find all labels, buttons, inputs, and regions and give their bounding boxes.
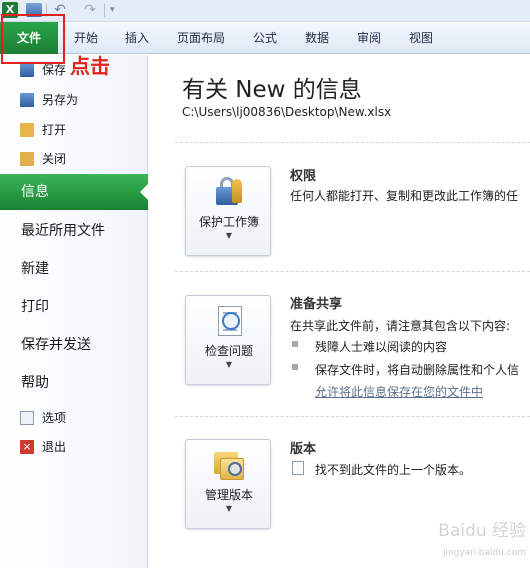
document-icon: [292, 461, 304, 475]
protect-workbook-button[interactable]: 保护工作簿 ▼: [185, 166, 271, 256]
page-title: 有关 New 的信息: [182, 77, 362, 103]
nav-new[interactable]: 新建: [0, 251, 148, 287]
chevron-down-icon: ▼: [225, 360, 233, 369]
nav-label: 保存: [42, 63, 67, 77]
exit-icon: ×: [20, 440, 34, 454]
manage-versions-button[interactable]: 管理版本 ▼: [185, 439, 271, 529]
divider: [175, 416, 530, 417]
file-path: C:\Users\lj00836\Desktop\New.xlsx: [182, 105, 392, 119]
redo-icon[interactable]: ↷: [82, 3, 98, 17]
lock-key-icon: [212, 175, 246, 209]
options-icon: [20, 411, 34, 425]
section-text: 找不到此文件的上一个版本。: [315, 463, 472, 477]
tab-insert[interactable]: 插入: [114, 22, 160, 54]
section-title: 权限: [290, 169, 317, 184]
button-label: 管理版本: [204, 488, 253, 502]
button-label: 保护工作簿: [198, 215, 259, 229]
folder-close-icon: [20, 152, 34, 166]
nav-label: 打开: [42, 123, 67, 137]
bullet-icon: [292, 364, 298, 370]
inspect-document-icon: [212, 304, 246, 338]
tab-formulas[interactable]: 公式: [242, 22, 288, 54]
nav-recent[interactable]: 最近所用文件: [0, 213, 148, 249]
section-title: 准备共享: [290, 297, 343, 312]
quick-access-toolbar: X ↶ ↷ ▾: [0, 0, 530, 22]
tab-file[interactable]: 文件: [0, 22, 58, 54]
chevron-down-icon: ▼: [225, 231, 233, 240]
manage-versions-icon: [212, 448, 246, 482]
save-icon[interactable]: [26, 3, 42, 17]
allow-save-info-link[interactable]: 允许将此信息保存在您的文件中: [315, 383, 483, 400]
check-issues-button[interactable]: 检查问题 ▼: [185, 295, 271, 385]
section-text: 任何人都能打开、复制和更改此工作簿的任: [290, 189, 519, 203]
button-label: 检查问题: [204, 344, 253, 358]
separator: [46, 4, 47, 17]
nav-label: 关闭: [42, 152, 67, 166]
section-title: 版本: [290, 442, 317, 457]
list-item: 残障人士难以阅读的内容: [315, 340, 448, 354]
bullet-icon: [292, 341, 298, 347]
save-icon: [20, 63, 34, 77]
tab-view[interactable]: 视图: [398, 22, 444, 54]
customize-toolbar-icon[interactable]: ▾: [110, 3, 126, 17]
nav-label: 另存为: [42, 93, 79, 107]
info-panel: 有关 New 的信息 C:\Users\lj00836\Desktop\New.…: [149, 55, 530, 568]
backstage-nav: 保存 另存为 打开 关闭 信息 最近所用文件 新建 打印 保存并发送 帮助 选项…: [0, 55, 149, 568]
callout-text: 点击: [70, 54, 110, 78]
nav-open[interactable]: 打开: [0, 117, 148, 143]
tab-page-layout[interactable]: 页面布局: [166, 22, 236, 54]
tab-data[interactable]: 数据: [294, 22, 340, 54]
nav-save-as[interactable]: 另存为: [0, 87, 148, 113]
list-item: 保存文件时，将自动删除属性和个人信: [315, 363, 520, 377]
nav-label: 选项: [42, 411, 67, 425]
watermark: Baidu 经验 jingyan.baidu.com: [386, 520, 526, 564]
separator: [104, 4, 105, 17]
nav-info[interactable]: 信息: [0, 174, 149, 210]
divider: [175, 271, 530, 272]
tab-review[interactable]: 审阅: [346, 22, 392, 54]
nav-save-send[interactable]: 保存并发送: [0, 327, 148, 363]
watermark-sub: jingyan.baidu.com: [442, 548, 526, 558]
nav-label: 退出: [42, 440, 67, 454]
nav-options[interactable]: 选项: [0, 405, 148, 431]
nav-close[interactable]: 关闭: [0, 146, 148, 172]
save-as-icon: [20, 93, 34, 107]
nav-exit[interactable]: × 退出: [0, 434, 148, 460]
watermark-text: Baidu 经验: [438, 521, 526, 541]
nav-print[interactable]: 打印: [0, 289, 148, 325]
chevron-down-icon: ▼: [225, 504, 233, 513]
undo-icon[interactable]: ↶: [52, 3, 68, 17]
excel-icon[interactable]: X: [2, 2, 18, 18]
nav-help[interactable]: 帮助: [0, 365, 148, 401]
section-text: 在共享此文件前，请注意其包含以下内容:: [290, 319, 511, 333]
folder-open-icon: [20, 123, 34, 137]
divider: [175, 142, 530, 143]
